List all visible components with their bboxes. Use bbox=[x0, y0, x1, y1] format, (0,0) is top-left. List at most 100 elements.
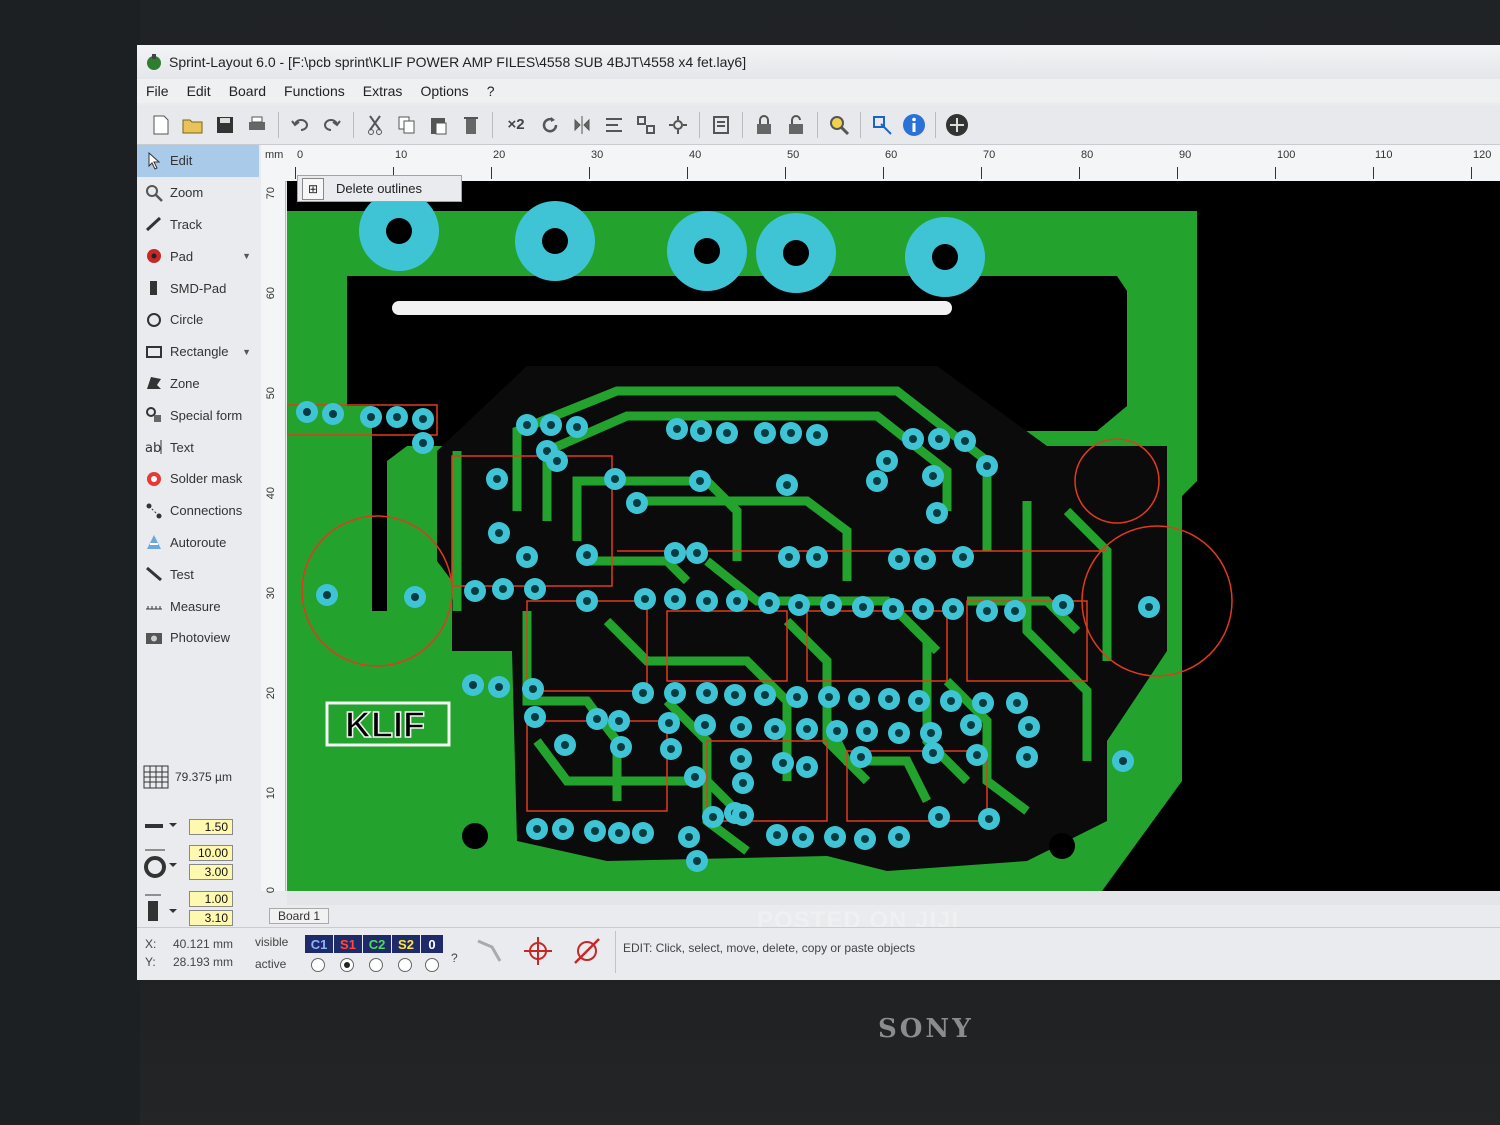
active-layer-c1-radio[interactable] bbox=[311, 958, 325, 972]
paste-button[interactable] bbox=[426, 112, 452, 138]
layer-o-toggle[interactable]: 0 bbox=[421, 935, 443, 953]
pad-hole bbox=[531, 585, 539, 593]
tool-text[interactable]: ab Text bbox=[137, 431, 259, 463]
tool-connections[interactable]: Connections bbox=[137, 495, 259, 527]
snap-button[interactable] bbox=[520, 935, 556, 967]
smd-width-field[interactable]: 1.00 bbox=[189, 891, 233, 907]
rotate-button[interactable] bbox=[537, 112, 563, 138]
ruler-top-tick: 120 bbox=[1473, 149, 1492, 161]
menu-extras[interactable]: Extras bbox=[354, 83, 412, 99]
layer-c2-toggle[interactable]: C2 bbox=[363, 935, 391, 953]
pad-size-icon bbox=[144, 849, 177, 878]
pad-inner-diameter-field[interactable]: 3.00 bbox=[189, 864, 233, 880]
ruler-top-tick-line bbox=[1177, 167, 1178, 179]
tool-solder-mask[interactable]: Solder mask bbox=[137, 463, 259, 495]
layer-c1-toggle[interactable]: C1 bbox=[305, 935, 333, 953]
lock-button[interactable] bbox=[751, 112, 777, 138]
properties-button[interactable] bbox=[708, 112, 734, 138]
pad-hole bbox=[979, 699, 987, 707]
pad-hole bbox=[685, 833, 693, 841]
align-button[interactable] bbox=[601, 112, 627, 138]
menu-functions[interactable]: Functions bbox=[275, 83, 354, 99]
special-form-icon bbox=[146, 407, 161, 423]
mirror-button[interactable] bbox=[569, 112, 595, 138]
dropdown-arrow-icon[interactable]: ▼ bbox=[242, 251, 251, 261]
group-icon bbox=[637, 115, 655, 134]
ruler-unit: mm bbox=[265, 149, 284, 161]
title-bar[interactable]: Sprint-Layout 6.0 - [F:\pcb sprint\KLIF … bbox=[137, 45, 1500, 79]
menu-board[interactable]: Board bbox=[220, 83, 275, 99]
tool-circle[interactable]: Circle bbox=[137, 304, 259, 336]
active-layer-o-radio[interactable] bbox=[425, 958, 439, 972]
pad-hole bbox=[703, 597, 711, 605]
menu-file[interactable]: File bbox=[137, 83, 178, 99]
undo-icon bbox=[291, 118, 308, 131]
ruler-top-tick-line bbox=[1373, 167, 1374, 179]
horizontal-scrollbar[interactable] bbox=[287, 891, 1500, 905]
drc-icon bbox=[873, 115, 892, 135]
pad-hole bbox=[696, 477, 704, 485]
macro-button[interactable] bbox=[944, 112, 970, 138]
save-button[interactable] bbox=[212, 112, 238, 138]
board-canvas[interactable]: KLIF bbox=[286, 181, 1500, 891]
pad-hole bbox=[419, 415, 427, 423]
pad-hole bbox=[671, 549, 679, 557]
cut-button[interactable] bbox=[362, 112, 388, 138]
app-icon bbox=[147, 54, 161, 70]
tool-pad[interactable]: Pad ▼ bbox=[137, 240, 259, 272]
delete-button[interactable] bbox=[458, 112, 484, 138]
tool-measure[interactable]: Measure bbox=[137, 590, 259, 622]
drc-button[interactable] bbox=[869, 112, 895, 138]
delete-outlines-button[interactable]: ⊞ Delete outlines bbox=[297, 175, 462, 202]
menu-options[interactable]: Options bbox=[411, 83, 477, 99]
airwire-button[interactable] bbox=[569, 935, 605, 967]
layers-help[interactable]: ? bbox=[451, 951, 458, 965]
tool-label: Solder mask bbox=[170, 471, 243, 487]
pad-hole bbox=[1119, 757, 1127, 765]
pad-hole bbox=[765, 599, 773, 607]
dropdown-arrow-icon[interactable]: ▼ bbox=[242, 347, 251, 357]
tool-special-form[interactable]: Special form bbox=[137, 399, 259, 431]
ruler-top-tick-line bbox=[295, 167, 296, 179]
new-file-button[interactable] bbox=[148, 112, 174, 138]
tool-test[interactable]: Test bbox=[137, 558, 259, 590]
tool-zone[interactable]: Zone bbox=[137, 368, 259, 400]
active-layer-s2-radio[interactable] bbox=[398, 958, 412, 972]
tool-rectangle[interactable]: Rectangle ▼ bbox=[137, 336, 259, 368]
tool-edit[interactable]: Edit bbox=[137, 145, 259, 177]
tool-photoview[interactable]: Photoview bbox=[137, 622, 259, 654]
pad-hole bbox=[697, 427, 705, 435]
undo-button[interactable] bbox=[287, 112, 313, 138]
rubberband-button[interactable] bbox=[472, 935, 508, 967]
grid-selector[interactable]: 79.375 µm bbox=[143, 765, 232, 789]
layer-s2-toggle[interactable]: S2 bbox=[392, 935, 420, 953]
copy-button[interactable] bbox=[394, 112, 420, 138]
ungroup-button[interactable] bbox=[665, 112, 691, 138]
active-layer-s1-radio[interactable] bbox=[340, 958, 354, 972]
info-button[interactable] bbox=[901, 112, 927, 138]
ruler-left: 70 60 50 40 30 20 10 0 bbox=[261, 181, 286, 893]
active-layer-c2-radio[interactable] bbox=[369, 958, 383, 972]
pad-outer-diameter-field[interactable]: 10.00 bbox=[189, 845, 233, 861]
redo-button[interactable] bbox=[319, 112, 345, 138]
layer-s1-toggle[interactable]: S1 bbox=[334, 935, 362, 953]
scanned-copy-button[interactable] bbox=[826, 112, 852, 138]
tool-label: Circle bbox=[170, 312, 204, 328]
unlock-button[interactable] bbox=[783, 112, 809, 138]
tool-autoroute[interactable]: Autoroute bbox=[137, 527, 259, 559]
pcb-layout[interactable]: KLIF bbox=[286, 181, 1500, 891]
print-button[interactable] bbox=[244, 112, 270, 138]
tab-board-1[interactable]: Board 1 bbox=[269, 908, 330, 924]
tool-zoom[interactable]: Zoom bbox=[137, 177, 259, 209]
tool-track[interactable]: Track bbox=[137, 209, 259, 241]
smd-height-field[interactable]: 3.10 bbox=[189, 910, 233, 926]
ruler-top-tick-line bbox=[589, 167, 590, 179]
menu-edit[interactable]: Edit bbox=[178, 83, 220, 99]
x-coordinate: 40.121 mm bbox=[173, 937, 234, 951]
menu-help[interactable]: ? bbox=[478, 83, 504, 99]
tool-smd-pad[interactable]: SMD-Pad bbox=[137, 272, 259, 304]
group-button[interactable] bbox=[633, 112, 659, 138]
zoom-x2-button[interactable]: ×2 bbox=[501, 112, 531, 138]
track-width-field[interactable]: 1.50 bbox=[189, 819, 233, 835]
open-file-button[interactable] bbox=[180, 112, 206, 138]
